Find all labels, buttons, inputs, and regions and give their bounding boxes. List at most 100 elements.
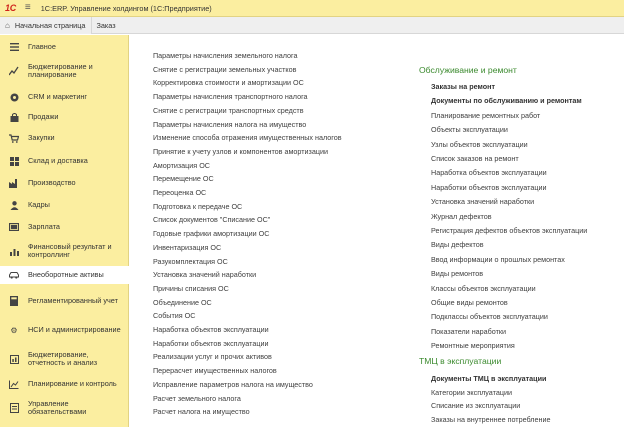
nav-link[interactable]: Ремонтные мероприятия (431, 341, 515, 350)
chart-trend-icon (9, 66, 19, 76)
report-icon (9, 354, 19, 364)
nav-link[interactable]: Изменение способа отражения имущественны… (153, 133, 342, 142)
nav-link[interactable]: Журнал дефектов (431, 212, 492, 221)
nav-link[interactable]: Классы объектов эксплуатации (431, 284, 536, 293)
nav-link[interactable]: Список заказов на ремонт (431, 154, 519, 163)
nav-link[interactable]: Перерасчет имущественных налогов (153, 366, 277, 375)
nav-link[interactable]: Документы ТМЦ в эксплуатации (431, 374, 546, 383)
gear-icon: ⚙ (10, 325, 18, 335)
nav-link[interactable]: Подклассы объектов эксплуатации (431, 312, 548, 321)
nav-link[interactable]: Параметры начисления земельного налога (153, 51, 298, 60)
nav-link[interactable]: Регистрация дефектов объектов эксплуатац… (431, 226, 587, 235)
sidebar-item-main[interactable]: Главное (0, 38, 129, 56)
section-title-maintenance: Обслуживание и ремонт (419, 65, 517, 75)
sidebar-item-label: CRM и маркетинг (28, 91, 88, 101)
nav-link[interactable]: Виды ремонтов (431, 269, 483, 278)
sidebar-item-fixed-assets[interactable]: Внеоборотные активы (0, 266, 129, 284)
crm-icon (9, 92, 19, 102)
sidebar-item-budgeting-planning[interactable]: Бюджетирование и планирование (0, 59, 129, 83)
sidebar-item-label: Бюджетирование и планирование (28, 61, 93, 79)
tab-orders[interactable]: Заказ (92, 17, 122, 34)
title-bar: 1С ≡ 1С:ERP. Управление холдингом (1С:Пр… (0, 0, 624, 17)
sidebar-item-nsi-admin[interactable]: ⚙ НСИ и администрирование (0, 317, 129, 343)
nav-link[interactable]: События ОС (153, 311, 195, 320)
nav-link[interactable]: Наработка объектов эксплуатации (431, 168, 547, 177)
section-title-tmc: ТМЦ в эксплуатации (419, 356, 502, 366)
sidebar-item-label: Склад и доставка (28, 155, 88, 165)
nav-link[interactable]: Планирование ремонтных работ (431, 111, 540, 120)
sidebar-item-crm[interactable]: CRM и маркетинг (0, 88, 129, 106)
sidebar-item-production[interactable]: Производство (0, 174, 129, 192)
sidebar-item-planning-control[interactable]: Планирование и контроль (0, 375, 129, 393)
nav-link[interactable]: Ввод информации о прошлых ремонтах (431, 255, 565, 264)
nav-link[interactable]: Корректировка стоимости и амортизации ОС (153, 78, 304, 87)
home-icon: ⌂ (5, 20, 10, 30)
nav-link[interactable]: Виды дефектов (431, 240, 484, 249)
warehouse-icon (9, 156, 19, 166)
nav-link[interactable]: Подготовка к передаче ОС (153, 202, 242, 211)
nav-link[interactable]: Объединение ОС (153, 298, 212, 307)
sidebar-item-label: Зарплата (28, 221, 60, 231)
tab-home-label: Начальная страница (14, 20, 86, 30)
tab-home[interactable]: ⌂ Начальная страница (0, 16, 93, 34)
nav-link[interactable]: Годовые графики амортизации ОС (153, 229, 269, 238)
sidebar-item-regulated-accounting[interactable]: Регламентированный учет (0, 289, 129, 313)
sidebar-item-sales[interactable]: Продажи (0, 108, 129, 126)
money-icon (9, 222, 19, 232)
tab-bar: ⌂ Начальная страница Заказ (0, 16, 624, 34)
nav-link[interactable]: Установка значений наработки (153, 270, 256, 279)
nav-link[interactable]: Снятие с регистрации земельных участков (153, 65, 296, 74)
nav-link[interactable]: Причины списания ОС (153, 284, 229, 293)
main-menu-icon[interactable]: ≡ (25, 3, 31, 13)
nav-link[interactable]: Список документов "Списание ОС" (153, 215, 270, 224)
sidebar-item-financial-result[interactable]: Финансовый результат и контроллинг (0, 239, 129, 263)
nav-link[interactable]: Реализации услуг и прочих активов (153, 352, 272, 361)
nav-link[interactable]: Наработки объектов эксплуатации (431, 183, 546, 192)
person-icon (9, 200, 19, 210)
nav-link[interactable]: Инвентаризация ОС (153, 243, 221, 252)
nav-link[interactable]: Заказы на внутреннее потребление (431, 415, 550, 424)
nav-link[interactable]: Объекты эксплуатации (431, 125, 508, 134)
sidebar-item-label: Финансовый результат и контроллинг (28, 241, 112, 259)
nav-link[interactable]: Переоценка ОС (153, 188, 206, 197)
nav-link[interactable]: Амортизация ОС (153, 161, 210, 170)
nav-link[interactable]: Показатели наработки (431, 327, 506, 336)
sidebar-item-budget-reporting[interactable]: Бюджетирование, отчетность и анализ (0, 347, 129, 371)
nav-link[interactable]: Узлы объектов эксплуатации (431, 140, 528, 149)
bar-chart-icon (9, 246, 19, 256)
section-panel: Параметры начисления земельного налога Сн… (130, 35, 624, 427)
nav-link[interactable]: Перемещение ОС (153, 174, 214, 183)
nav-link[interactable]: Общие виды ремонтов (431, 298, 508, 307)
nav-link[interactable]: Исправление параметров налога на имущест… (153, 380, 313, 389)
nav-link[interactable]: Документы по обслуживанию и ремонтам (431, 96, 582, 105)
sidebar-item-salary[interactable]: Зарплата (0, 218, 129, 236)
sidebar-item-label: Внеоборотные активы (28, 269, 104, 279)
planning-icon (9, 379, 19, 389)
sidebar-item-label: НСИ и администрирование (28, 324, 121, 334)
nav-link[interactable]: Заказы на ремонт (431, 82, 495, 91)
sidebar-item-label: Бюджетирование, отчетность и анализ (28, 349, 98, 367)
nav-link[interactable]: Расчет земельного налога (153, 394, 241, 403)
nav-link[interactable]: Наработки объектов эксплуатации (153, 339, 268, 348)
sidebar-item-hr[interactable]: Кадры (0, 196, 129, 214)
calculator-icon (9, 296, 19, 306)
nav-link[interactable]: Расчет налога на имущество (153, 407, 250, 416)
nav-link[interactable]: Разукомплектация ОС (153, 257, 228, 266)
nav-link[interactable]: Параметры начисления транспортного налог… (153, 92, 308, 101)
sidebar-item-warehouse[interactable]: Склад и доставка (0, 152, 129, 170)
nav-link[interactable]: Наработка объектов эксплуатации (153, 325, 269, 334)
nav-link[interactable]: Категории эксплуатации (431, 388, 512, 397)
sidebar-item-obligations[interactable]: Управление обязательствами (0, 396, 129, 420)
sidebar-item-purchases[interactable]: Закупки (0, 129, 129, 147)
sidebar-item-label: Закупки (28, 132, 55, 142)
sidebar-item-label: Управление обязательствами (28, 398, 87, 416)
nav-link[interactable]: Установка значений наработки (431, 197, 534, 206)
nav-link[interactable]: Параметры начисления налога на имущество (153, 120, 306, 129)
sidebar-item-label: Производство (28, 177, 76, 187)
sidebar-item-label: Продажи (28, 111, 59, 121)
nav-link[interactable]: Списание из эксплуатации (431, 401, 520, 410)
nav-link[interactable]: Снятие с регистрации транспортных средст… (153, 106, 304, 115)
sidebar-item-label: Кадры (28, 199, 50, 209)
menu-list-icon (9, 42, 19, 52)
nav-link[interactable]: Принятие к учету узлов и компонентов амо… (153, 147, 328, 156)
